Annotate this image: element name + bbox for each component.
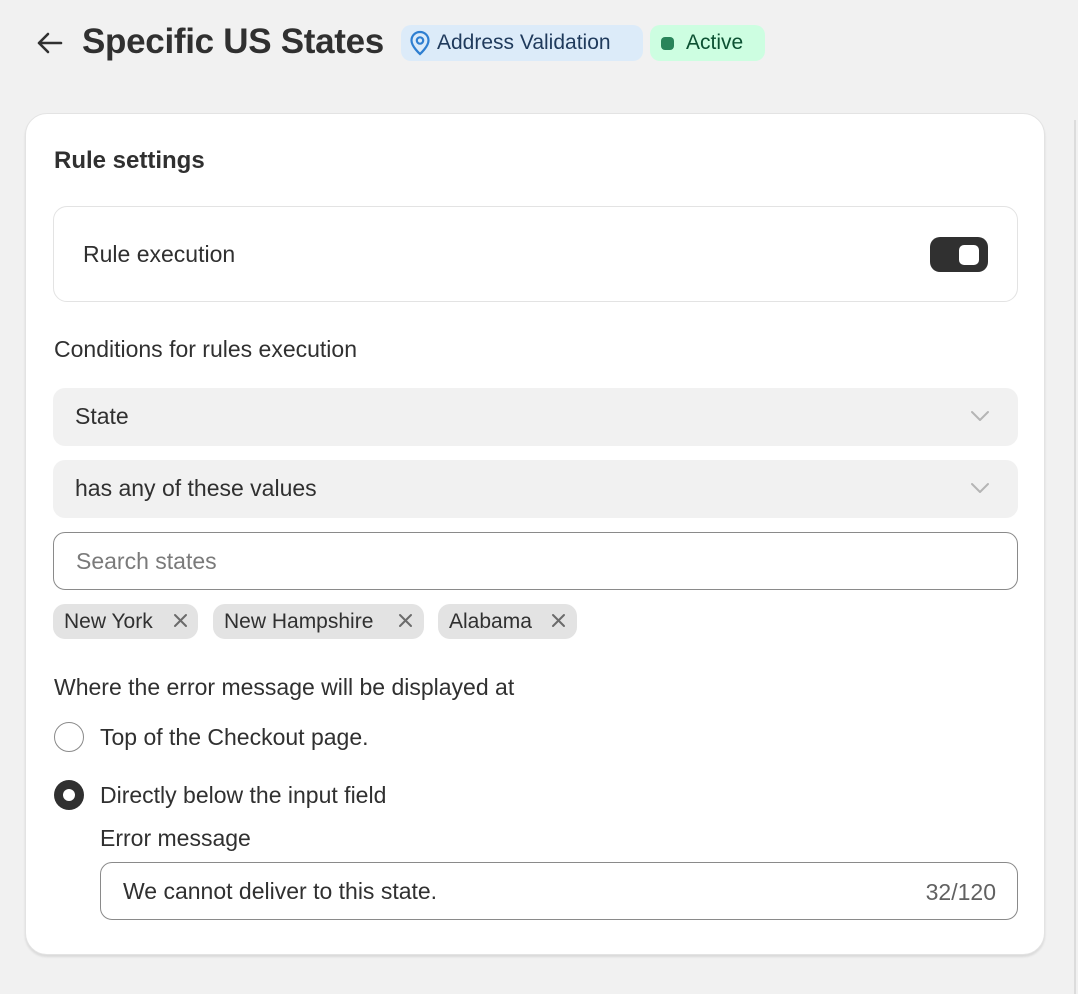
- condition-field-value: State: [75, 403, 129, 429]
- error-message-field: 32/120: [100, 862, 1018, 920]
- type-badge-label: Address Validation: [437, 31, 611, 54]
- state-tag-label: New Hampshire: [224, 609, 374, 633]
- arrow-left-icon: [37, 32, 63, 54]
- rule-execution-label: Rule execution: [83, 241, 236, 267]
- radio-top-of-checkout-label[interactable]: Top of the Checkout page.: [100, 724, 369, 751]
- state-tag-new-hampshire: New Hampshire: [213, 604, 424, 639]
- state-tag-new-york: New York: [53, 604, 198, 639]
- condition-field-select[interactable]: State: [53, 388, 1018, 446]
- chevron-down-icon: [971, 411, 989, 421]
- chevron-down-icon: [971, 483, 989, 493]
- search-states-input[interactable]: [53, 532, 1018, 590]
- state-tag-alabama: Alabama: [438, 604, 577, 639]
- radio-below-input-field[interactable]: [54, 780, 84, 810]
- character-counter: 32/120: [925, 879, 996, 905]
- status-dot: [661, 36, 674, 50]
- page-title: Specific US States: [82, 22, 384, 61]
- conditions-label: Conditions for rules execution: [54, 336, 357, 362]
- rule-execution-toggle[interactable]: [930, 237, 988, 272]
- type-badge: Address Validation: [401, 25, 643, 61]
- adjacent-panel-edge: [1074, 120, 1076, 994]
- radio-below-input-field-label[interactable]: Directly below the input field: [100, 782, 386, 809]
- status-badge-label: Active: [686, 31, 744, 54]
- display-location-label: Where the error message will be displaye…: [54, 674, 515, 700]
- page-header: Specific US States Address Validation Ac…: [0, 0, 1078, 88]
- error-message-input[interactable]: [101, 863, 901, 919]
- card-title: Rule settings: [54, 147, 205, 174]
- state-tag-label: Alabama: [449, 609, 532, 633]
- close-icon[interactable]: [551, 613, 566, 628]
- toggle-knob: [959, 245, 979, 265]
- close-icon[interactable]: [398, 613, 413, 628]
- state-tag-label: New York: [64, 609, 153, 633]
- radio-top-of-checkout[interactable]: [54, 722, 84, 752]
- back-button[interactable]: [32, 26, 66, 60]
- status-badge: Active: [650, 25, 765, 61]
- condition-operator-value: has any of these values: [75, 475, 317, 501]
- rule-execution-row: Rule execution: [53, 206, 1018, 302]
- location-pin-icon: [410, 30, 430, 56]
- condition-operator-select[interactable]: has any of these values: [53, 460, 1018, 518]
- rule-settings-card: Rule settings Rule execution Conditions …: [25, 113, 1045, 955]
- close-icon[interactable]: [173, 613, 188, 628]
- error-message-label: Error message: [100, 825, 251, 851]
